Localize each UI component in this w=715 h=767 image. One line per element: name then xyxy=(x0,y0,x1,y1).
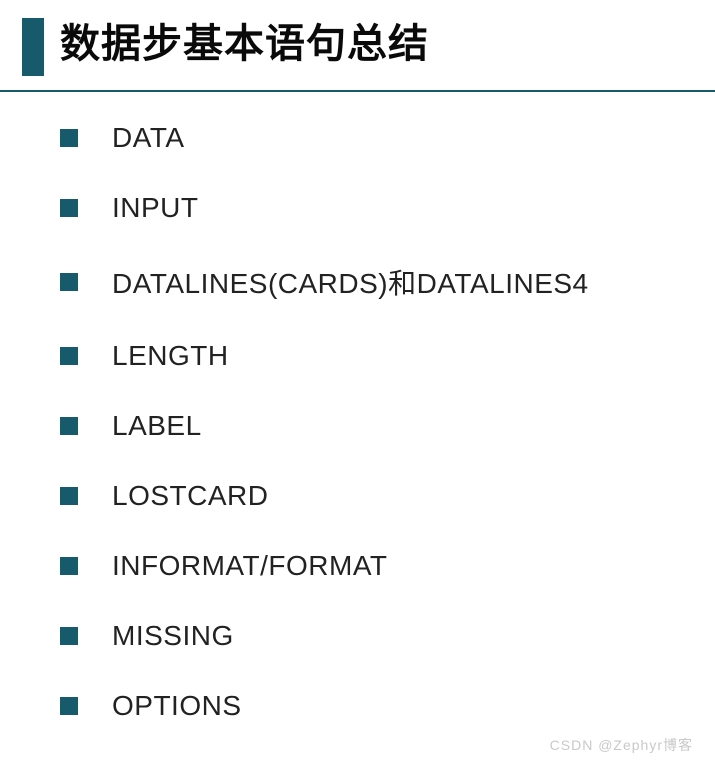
list-item-label: LABEL xyxy=(112,410,202,442)
square-bullet-icon xyxy=(60,487,78,505)
list-item-label: LENGTH xyxy=(112,340,229,372)
list-item-label: INFORMAT/FORMAT xyxy=(112,550,388,582)
list-item-label: MISSING xyxy=(112,620,234,652)
square-bullet-icon xyxy=(60,273,78,291)
square-bullet-icon xyxy=(60,627,78,645)
square-bullet-icon xyxy=(60,417,78,435)
list-item: DATALINES(CARDS)和DATALINES4 xyxy=(60,262,715,302)
list-item: LABEL xyxy=(60,410,715,442)
title-block: 数据步基本语句总结 xyxy=(0,0,715,76)
list-item-label: INPUT xyxy=(112,192,199,224)
list-item: LENGTH xyxy=(60,340,715,372)
square-bullet-icon xyxy=(60,129,78,147)
square-bullet-icon xyxy=(60,557,78,575)
list-item: MISSING xyxy=(60,620,715,652)
statement-list: DATA INPUT DATALINES(CARDS)和DATALINES4 L… xyxy=(0,92,715,722)
list-item: DATA xyxy=(60,122,715,154)
list-item: INPUT xyxy=(60,192,715,224)
square-bullet-icon xyxy=(60,199,78,217)
list-item: LOSTCARD xyxy=(60,480,715,512)
square-bullet-icon xyxy=(60,697,78,715)
square-bullet-icon xyxy=(60,347,78,365)
list-item: OPTIONS xyxy=(60,690,715,722)
list-item-label: OPTIONS xyxy=(112,690,242,722)
watermark-text: CSDN @Zephyr博客 xyxy=(550,735,693,755)
list-item-label: DATA xyxy=(112,122,185,154)
page-title: 数据步基本语句总结 xyxy=(60,18,429,70)
list-item: INFORMAT/FORMAT xyxy=(60,550,715,582)
list-item-label: DATALINES(CARDS)和DATALINES4 xyxy=(112,262,589,302)
list-item-label: LOSTCARD xyxy=(112,480,268,512)
title-accent-bar xyxy=(22,18,44,76)
